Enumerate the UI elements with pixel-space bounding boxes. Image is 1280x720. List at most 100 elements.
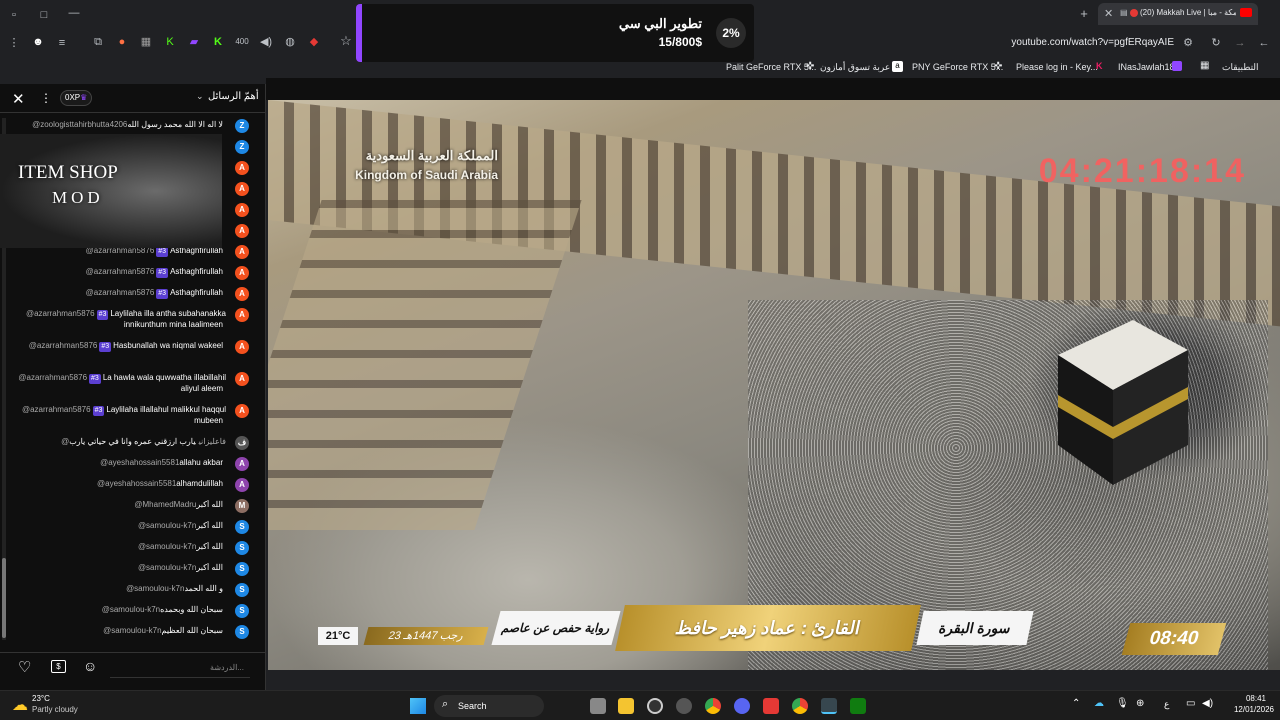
avatar[interactable]: A [235,372,249,386]
tray-network-icon[interactable]: ⊕ [1136,698,1144,709]
message-author[interactable]: @samoulou-k7n [103,626,161,635]
window-minimize-icon[interactable]: — [66,6,82,20]
clock-time[interactable]: 08:41 [1222,694,1266,703]
windows-start-icon[interactable] [410,698,426,714]
avatar[interactable]: Z [235,140,249,154]
close-tab-icon[interactable]: ✕ [1104,7,1113,20]
bookmark-4[interactable]: Please log in - Key... [1016,62,1098,72]
reload-icon[interactable]: ↻ [1208,36,1224,50]
avatar[interactable]: A [235,182,249,196]
super-chat-icon[interactable]: $ [51,660,66,673]
heart-icon[interactable]: ♡ [18,658,31,676]
bookmark-2[interactable]: عربة تسوق أمازون [820,62,890,73]
github-icon[interactable] [647,698,663,714]
chat-filter-title[interactable]: أهمّ الرسائل [208,91,259,102]
avatar[interactable]: A [235,224,249,238]
kick-icon[interactable]: K [162,35,178,49]
avatar[interactable]: S [235,520,249,534]
message-author[interactable]: @ayeshahossain5581 [97,479,176,488]
task-view-icon[interactable] [590,698,606,714]
profile-icon[interactable]: ☻ [30,35,46,49]
chat-input[interactable]: الدردشة... [110,658,250,678]
monitor-icon[interactable]: ▭ [1186,698,1195,709]
message-author[interactable]: @MhamedMadru [134,500,196,509]
speaker-icon[interactable]: ◀) [1202,698,1213,709]
chrome-alt-icon[interactable] [792,698,808,714]
message-author[interactable]: @ayeshahossain5581 [100,458,179,467]
volume-icon[interactable]: ◀) [258,35,274,49]
avatar[interactable]: M [235,499,249,513]
message-author[interactable]: @azarrahman5876 [86,288,155,297]
avatar[interactable]: A [235,287,249,301]
twitch-icon[interactable]: ▰ [186,35,202,49]
extension-grid-icon[interactable]: ▦ [138,35,154,49]
avatar[interactable]: A [235,478,249,492]
extension-red-icon[interactable]: ◆ [306,35,322,49]
tray-cloud-icon[interactable]: ☁ [1094,698,1104,709]
bookmark-star-icon[interactable]: ☆ [338,34,354,48]
message-author[interactable]: @azarrahman5876 [86,267,155,276]
avatar[interactable]: S [235,541,249,555]
back-icon[interactable]: ← [1256,36,1272,50]
message-author[interactable]: @azarrahman5876 [26,309,95,318]
url-text[interactable]: youtube.com/watch?v=pgfERqayAIE [1010,37,1174,48]
message-author[interactable]: @samoulou-k7n [138,521,196,530]
extension-circle-icon[interactable]: ◍ [282,35,298,49]
site-settings-icon[interactable]: ⚙ [1180,36,1196,50]
xp-badge[interactable]: 0XP♛ [60,90,93,106]
active-tab[interactable]: ✕ ▤ (20) Makkah Live | مكة - مبا [1098,3,1258,25]
message-author[interactable]: @samoulou-k7n [138,542,196,551]
message-author[interactable]: @azarrahman5876 [22,405,91,414]
avatar[interactable]: A [235,203,249,217]
bookmark-apps[interactable]: التطبيقات [1222,62,1259,73]
avatar[interactable]: A [235,404,249,418]
close-chat-icon[interactable]: ✕ [12,90,25,108]
restore-icon[interactable]: □ [36,8,52,22]
new-tab-icon[interactable]: + [1076,7,1092,21]
message-author[interactable]: @azarrahman5876 [29,341,98,350]
avatar[interactable]: A [235,245,249,259]
extension-puzzle-icon[interactable]: ⧉ [90,35,106,49]
message-author[interactable]: @azarrahman5876 [18,373,87,382]
forward-icon[interactable]: → [1232,36,1248,50]
weather-desc[interactable]: Partly cloudy [32,705,78,714]
avatar[interactable]: S [235,625,249,639]
emoji-icon[interactable]: ☺ [83,658,97,674]
video-player[interactable]: المملكة العربية السعودية Kingdom of Saud… [268,100,1280,670]
message-author[interactable]: @samoulou-k7n [126,584,184,593]
avatar[interactable]: ف [235,436,249,450]
weather-icon[interactable]: ☁ [12,695,28,715]
avatar[interactable]: A [235,161,249,175]
app-red-icon[interactable] [763,698,779,714]
avatar[interactable]: S [235,604,249,618]
chrome-icon[interactable] [705,698,721,714]
bookmark-3[interactable]: PNY GeForce RTX 5... [912,62,1003,72]
file-explorer-icon[interactable] [618,698,634,714]
message-author[interactable]: @samoulou-k7n [138,563,196,572]
clock-date[interactable]: 12/01/2026 [1222,705,1274,714]
weather-temp[interactable]: 23°C [32,694,50,703]
edge-icon[interactable] [821,698,837,714]
avatar[interactable]: A [235,457,249,471]
xbox-icon[interactable] [850,698,866,714]
tray-chevron-icon[interactable]: ⌃ [1072,698,1080,709]
chevron-down-icon[interactable]: ⌄ [196,91,204,102]
search-box[interactable]: ⌕ Search [434,695,544,717]
bookmark-1[interactable]: Palit GeForce RTX 5... [726,62,816,72]
bookmark-5[interactable]: INasJawlah18 [1118,62,1175,72]
avatar[interactable]: S [235,583,249,597]
settings-icon[interactable] [676,698,692,714]
menu-dots-icon[interactable]: ⋮ [6,36,22,50]
avatar[interactable]: A [235,308,249,322]
avatar[interactable]: S [235,562,249,576]
kick-alt-icon[interactable]: K [210,35,226,49]
mic-icon[interactable]: 🎙 [1116,698,1129,709]
avatar[interactable]: Z [235,119,249,133]
extension-orange-icon[interactable]: ● [114,35,130,49]
avatar[interactable]: A [235,340,249,354]
message-author[interactable]: @zoologisttahirbhutta4206 [32,120,127,129]
audio-icon[interactable]: ▤ [1120,8,1128,17]
avatar[interactable]: A [235,266,249,280]
extension-400-icon[interactable]: 400 [234,35,250,49]
discord-icon[interactable] [734,698,750,714]
